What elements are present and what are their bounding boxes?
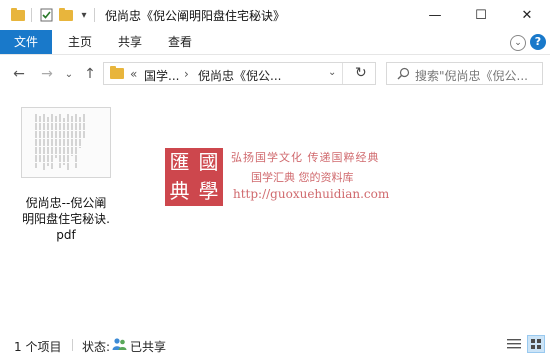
item-count: 1 个项目 — [14, 340, 62, 354]
status-value: 已共享 — [130, 340, 167, 354]
watermark: 匯 國 典 學 弘扬国学文化 传递国粹经典 国学汇典 您的资料库 http://… — [165, 143, 415, 213]
refresh-button[interactable]: ↻ — [355, 65, 367, 81]
chevron-down-icon[interactable]: ⌄ — [328, 67, 336, 78]
new-folder-icon[interactable] — [58, 7, 74, 23]
tab-share[interactable]: 共享 — [108, 30, 152, 54]
watermark-url: http://guoxuehuidian.com — [233, 187, 390, 201]
properties-icon[interactable] — [38, 7, 54, 23]
file-name-line: 倪尚忠--倪公阐 — [25, 196, 107, 210]
tab-file[interactable]: 文件 — [0, 30, 52, 54]
close-button[interactable]: ✕ — [504, 0, 550, 30]
title-bar: ▾ 倪尚忠《倪公阐明阳盘住宅秘诀》 — ☐ ✕ — [0, 0, 550, 30]
seal-char: 典 — [169, 179, 190, 203]
breadcrumb-overflow[interactable]: « — [130, 67, 137, 81]
chevron-right-icon[interactable]: › — [184, 67, 189, 81]
seal-logo: 匯 國 典 學 — [165, 148, 223, 206]
navigation-bar: ← → ⌄ ↑ « 国学... › 倪尚忠《倪公... ⌄ ↻ 搜索"倪尚忠《倪… — [0, 55, 550, 93]
ribbon: 文件 主页 共享 查看 ⌄ ? — [0, 30, 550, 55]
seal-char: 國 — [198, 150, 219, 174]
search-icon — [397, 67, 410, 83]
file-list: 倪尚忠--倪公阐 明阳盘住宅秘诀. pdf 匯 國 典 學 弘扬国学文化 传递国… — [0, 93, 550, 331]
large-icons-view-icon[interactable] — [527, 335, 545, 353]
seal-char: 學 — [198, 179, 219, 203]
divider — [72, 339, 73, 351]
minimize-button[interactable]: — — [412, 0, 458, 30]
folder-icon — [110, 66, 124, 79]
file-name-line: pdf — [56, 228, 76, 242]
status-bar: 1 个项目 状态: 已共享 — [0, 331, 550, 357]
customize-quick-access-icon[interactable]: ▾ — [78, 7, 90, 23]
breadcrumb-item[interactable]: 倪尚忠《倪公... — [198, 67, 281, 84]
tab-view[interactable]: 查看 — [158, 30, 202, 54]
details-view-icon[interactable] — [506, 337, 522, 351]
up-button[interactable]: ↑ — [80, 63, 100, 85]
forward-button[interactable]: → — [36, 63, 58, 85]
help-icon[interactable]: ? — [530, 34, 546, 50]
search-placeholder: 搜索"倪尚忠《倪公... — [415, 69, 528, 83]
expand-ribbon-icon[interactable]: ⌄ — [510, 35, 526, 51]
maximize-button[interactable]: ☐ — [458, 0, 504, 30]
watermark-slogan: 弘扬国学文化 传递国粹经典 — [231, 151, 380, 164]
breadcrumb-item[interactable]: 国学... — [144, 67, 179, 84]
file-name-line: 明阳盘住宅秘诀. — [22, 212, 110, 226]
pdf-thumbnail — [21, 107, 111, 178]
address-bar[interactable]: « 国学... › 倪尚忠《倪公... ⌄ ↻ — [103, 62, 376, 85]
back-button[interactable]: ← — [8, 63, 30, 85]
tab-home[interactable]: 主页 — [58, 30, 102, 54]
shared-users-icon — [112, 337, 127, 354]
search-input[interactable]: 搜索"倪尚忠《倪公... — [386, 62, 543, 85]
divider — [342, 63, 343, 84]
divider — [31, 8, 32, 22]
status-label: 状态: — [82, 340, 111, 354]
watermark-subtitle: 国学汇典 您的资料库 — [251, 171, 354, 184]
recent-locations-button[interactable]: ⌄ — [62, 63, 76, 85]
file-name[interactable]: 倪尚忠--倪公阐 明阳盘住宅秘诀. pdf — [16, 195, 116, 243]
window-title: 倪尚忠《倪公阐明阳盘住宅秘诀》 — [105, 9, 286, 23]
folder-icon — [10, 7, 26, 23]
divider — [94, 8, 95, 22]
seal-char: 匯 — [169, 150, 190, 174]
